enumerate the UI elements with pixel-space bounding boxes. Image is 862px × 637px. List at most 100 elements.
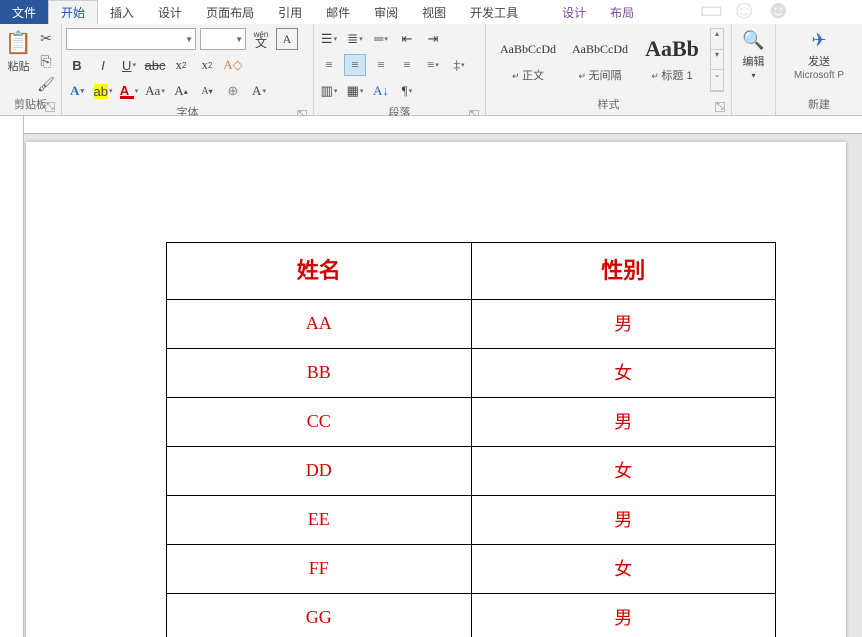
table-cell[interactable]: DD	[167, 447, 472, 496]
table-cell[interactable]: 男	[471, 594, 776, 637]
clipboard-launcher[interactable]: ⤡	[45, 102, 55, 112]
decrease-indent-button[interactable]: ⇤	[396, 28, 418, 50]
tab-developer[interactable]: 开发工具	[458, 0, 530, 24]
table-cell[interactable]: 男	[471, 300, 776, 349]
table-cell[interactable]: EE	[167, 496, 472, 545]
phonetic-guide-button[interactable]: wén文	[250, 28, 272, 50]
group-styles: AaBbCcDd正文AaBbCcDd无间隔AaBb标题 1▴▾⌄ 样式⤡	[486, 24, 732, 115]
page: 姓名性别 AA男BB女CC男DD女EE男FF女GG男	[26, 142, 846, 637]
style-name: 无间隔	[565, 67, 635, 83]
tab-design[interactable]: 设计	[146, 0, 194, 24]
format-painter-button[interactable]: 🖌	[37, 76, 55, 93]
style-item-2[interactable]: AaBb标题 1	[636, 28, 708, 86]
ghost-decor: ▭ ☺ ☻	[699, 0, 792, 25]
tab-file[interactable]: 文件	[0, 0, 48, 24]
table-header-0[interactable]: 姓名	[167, 243, 472, 300]
char-shading-button[interactable]: Aa▾	[144, 80, 166, 102]
binoculars-icon: 🔍	[742, 30, 764, 51]
strike-button[interactable]: abc	[144, 54, 166, 76]
send-button[interactable]: ✈ 发送 Microsoft P	[786, 26, 852, 81]
tab-mailings[interactable]: 邮件	[314, 0, 362, 24]
table-row[interactable]: GG男	[167, 594, 776, 637]
ruler-horizontal[interactable]	[24, 116, 862, 134]
tab-view[interactable]: 视图	[410, 0, 458, 24]
table-cell[interactable]: 男	[471, 398, 776, 447]
group-paragraph: ☰▾ ≣▾ ═▾ ⇤ ⇥ ≡ ≡ ≡ ≡ ≡▾ ‡▾ ▥▾ ▦▾ A	[314, 24, 486, 115]
table-row[interactable]: BB女	[167, 349, 776, 398]
tab-table-design[interactable]: 设计	[550, 0, 598, 24]
show-marks-button[interactable]: ¶▾	[396, 80, 418, 102]
table-row[interactable]: EE男	[167, 496, 776, 545]
line-spacing-button[interactable]: ‡▾	[448, 54, 470, 76]
paste-button[interactable]: 📋 粘贴	[4, 26, 33, 74]
table-row[interactable]: CC男	[167, 398, 776, 447]
ruler-vertical[interactable]	[0, 116, 24, 637]
tab-review[interactable]: 审阅	[362, 0, 410, 24]
style-preview: AaBbCcDd	[565, 35, 635, 63]
table-cell[interactable]: FF	[167, 545, 472, 594]
increase-indent-button[interactable]: ⇥	[422, 28, 444, 50]
bullets-button[interactable]: ☰▾	[318, 28, 340, 50]
group-clipboard: 📋 粘贴 ✂ ⎘ 🖌 剪贴板⤡	[0, 24, 62, 115]
borders-button[interactable]: ▦▾	[344, 80, 366, 102]
font-name-combo[interactable]: ▼	[66, 28, 196, 50]
underline-button[interactable]: U▾	[118, 54, 140, 76]
text-effects-button[interactable]: A▾	[66, 80, 88, 102]
table-cell[interactable]: AA	[167, 300, 472, 349]
font-size-combo[interactable]: ▼	[200, 28, 246, 50]
table-cell[interactable]: BB	[167, 349, 472, 398]
highlight-button[interactable]: ab▾	[92, 80, 114, 102]
grow-font-button[interactable]: A▴	[170, 80, 192, 102]
table-row[interactable]: FF女	[167, 545, 776, 594]
style-item-1[interactable]: AaBbCcDd 无间隔	[564, 28, 636, 86]
table-cell[interactable]: GG	[167, 594, 472, 637]
sort-button[interactable]: A↓	[370, 80, 392, 102]
table-cell[interactable]: 女	[471, 349, 776, 398]
shrink-font-button[interactable]: A▾	[196, 80, 218, 102]
cut-button[interactable]: ✂	[37, 30, 55, 47]
table-header-1[interactable]: 性别	[471, 243, 776, 300]
tab-strip: 文件 开始 插入 设计 页面布局 引用 邮件 审阅 视图 开发工具 设计 布局 …	[0, 0, 862, 24]
subscript-button[interactable]: x2	[170, 54, 192, 76]
style-preview: AaBb	[637, 35, 707, 63]
tab-insert[interactable]: 插入	[98, 0, 146, 24]
styles-label: 样式	[598, 99, 620, 111]
superscript-button[interactable]: x2	[196, 54, 218, 76]
style-preview: AaBbCcDd	[493, 35, 563, 63]
document-table[interactable]: 姓名性别 AA男BB女CC男DD女EE男FF女GG男	[166, 242, 776, 637]
align-right-button[interactable]: ≡	[370, 54, 392, 76]
find-button[interactable]: 🔍 编辑▾	[734, 26, 772, 81]
tab-page-layout[interactable]: 页面布局	[194, 0, 266, 24]
multilevel-button[interactable]: ═▾	[370, 28, 392, 50]
align-center-button[interactable]: ≡	[344, 54, 366, 76]
table-cell[interactable]: 男	[471, 496, 776, 545]
tab-references[interactable]: 引用	[266, 0, 314, 24]
italic-button[interactable]: I	[92, 54, 114, 76]
document-area[interactable]: 姓名性别 AA男BB女CC男DD女EE男FF女GG男	[24, 134, 862, 637]
style-item-0[interactable]: AaBbCcDd 正文	[492, 28, 564, 86]
tab-home[interactable]: 开始	[48, 0, 98, 24]
workspace: 姓名性别 AA男BB女CC男DD女EE男FF女GG男	[0, 116, 862, 637]
gallery-scroll[interactable]: ▴▾⌄	[710, 28, 724, 92]
table-cell[interactable]: 女	[471, 545, 776, 594]
change-case-button[interactable]: A▾	[248, 80, 270, 102]
align-left-button[interactable]: ≡	[318, 54, 340, 76]
table-row[interactable]: AA男	[167, 300, 776, 349]
table-row[interactable]: DD女	[167, 447, 776, 496]
tab-table-layout[interactable]: 布局	[598, 0, 646, 24]
justify-button[interactable]: ≡	[396, 54, 418, 76]
font-color-button[interactable]: A▾	[118, 80, 140, 102]
copy-button[interactable]: ⎘	[37, 53, 55, 70]
clear-format-button[interactable]: A◇	[222, 54, 244, 76]
table-cell[interactable]: 女	[471, 447, 776, 496]
shading-button[interactable]: ▥▾	[318, 80, 340, 102]
styles-launcher[interactable]: ⤡	[715, 102, 725, 112]
distribute-button[interactable]: ≡▾	[422, 54, 444, 76]
table-cell[interactable]: CC	[167, 398, 472, 447]
style-name: 正文	[493, 67, 563, 83]
ribbon: 📋 粘贴 ✂ ⎘ 🖌 剪贴板⤡ ▼ ▼ wén文 A B	[0, 24, 862, 116]
bold-button[interactable]: B	[66, 54, 88, 76]
numbering-button[interactable]: ≣▾	[344, 28, 366, 50]
char-border-button[interactable]: A	[276, 28, 298, 50]
enclose-char-button[interactable]: ⊕	[222, 80, 244, 102]
